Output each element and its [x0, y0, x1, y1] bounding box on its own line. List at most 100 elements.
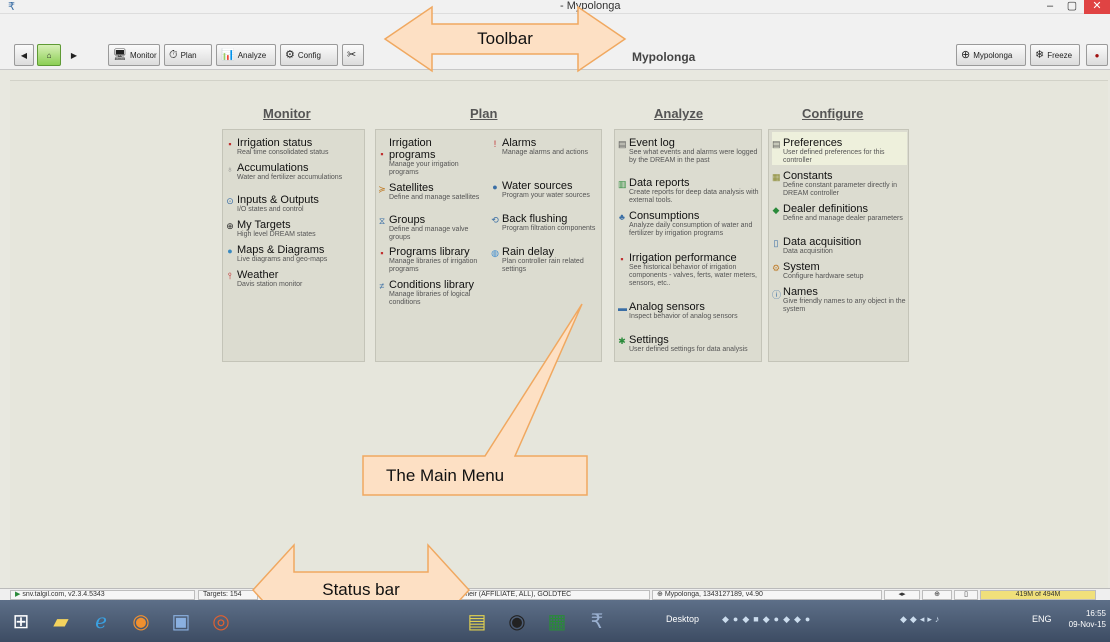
item-title: Rain delay: [502, 246, 554, 258]
item-title: Settings: [629, 334, 669, 346]
forward-arrow-icon: ▶: [70, 50, 78, 60]
server-text: snv.talgil.com, v2.3.4.5343: [22, 591, 105, 598]
tools-icon: ✂: [347, 48, 357, 61]
menu-event-log[interactable]: ▤ Event log See what events and alarms we…: [618, 137, 760, 165]
menu-accumulations[interactable]: ♁ Accumulations Water and fertilizer accu…: [226, 162, 362, 182]
forward-button[interactable]: ▶: [64, 44, 84, 66]
document-icon: ▤: [467, 610, 487, 633]
close-button[interactable]: ✕: [1084, 0, 1110, 14]
freeze-button[interactable]: ❄ Freeze: [1030, 44, 1080, 66]
clock[interactable]: 16:55 09-Nov-15: [1066, 608, 1106, 630]
menu-irrigation-status[interactable]: ▪ Irrigation status Real time consolidate…: [226, 137, 362, 157]
tools-button[interactable]: ✂: [342, 44, 364, 66]
targets-status: Targets: 154: [198, 590, 258, 600]
explorer-button[interactable]: ▰: [44, 604, 78, 638]
menu-irrigation-programs[interactable]: ▪ Irrigation programs Manage your irrigat…: [378, 137, 490, 177]
menu-constants[interactable]: ▦ Constants Define constant parameter dir…: [772, 170, 907, 198]
menu-alarms[interactable]: ! Alarms Manage alarms and actions: [491, 137, 599, 157]
item-desc: Define and manage dealer parameters: [783, 215, 903, 222]
menu-data-acquisition[interactable]: ▯ Data acquisition Data acquisition: [772, 236, 907, 256]
ie-button[interactable]: ℯ: [84, 604, 118, 638]
main-menu-callout: The Main Menu: [360, 300, 590, 496]
excel-button[interactable]: ▦: [540, 604, 574, 638]
chart-icon: 📊: [221, 48, 235, 61]
water-drop-icon: ●: [492, 182, 498, 192]
plan-button[interactable]: ⏱ Plan: [164, 44, 212, 66]
user-status: ♟ meir (AFFILIATE, ALL), GOLDTEC: [450, 590, 650, 600]
grid-icon: ▪: [380, 149, 384, 159]
back-button[interactable]: ◀: [14, 44, 34, 66]
item-desc: See what events and alarms were logged b…: [629, 149, 758, 164]
menu-dealer-definitions[interactable]: ◆ Dealer definitions Define and manage de…: [772, 203, 907, 223]
config-button[interactable]: ⚙ Config: [280, 44, 338, 66]
item-title: Irrigation status: [237, 137, 313, 149]
menu-data-reports[interactable]: ▥ Data reports Create reports for deep da…: [618, 177, 760, 205]
clock-time: 16:55: [1085, 609, 1106, 618]
menu-water-sources[interactable]: ● Water sources Program your water source…: [491, 180, 599, 200]
item-title: Weather: [237, 269, 279, 281]
menu-system[interactable]: ⚙ System Configure hardware setup: [772, 261, 907, 281]
tray-icons[interactable]: ◆●◆■◆●◆◆●: [722, 614, 814, 625]
analyze-heading[interactable]: Analyze: [654, 106, 703, 121]
item-title: Programs library: [389, 246, 470, 258]
minimize-button[interactable]: –: [1040, 0, 1060, 14]
paint-button[interactable]: ◉: [124, 604, 158, 638]
target-icon: ⊕: [934, 591, 940, 598]
menu-settings[interactable]: ✱ Settings User defined settings for data…: [618, 334, 760, 354]
server-status: ▶ snv.talgil.com, v2.3.4.5343: [10, 590, 195, 600]
item-desc: Manage alarms and actions: [502, 149, 588, 156]
item-title: Back flushing: [502, 213, 568, 225]
record-button[interactable]: ●: [1086, 44, 1108, 66]
configure-heading[interactable]: Configure: [802, 106, 863, 121]
app-button[interactable]: ▣: [164, 604, 198, 638]
maximize-button[interactable]: ▢: [1062, 0, 1082, 14]
alarm-icon: !: [493, 139, 497, 149]
eye-app-button[interactable]: ◉: [500, 604, 534, 638]
word-button[interactable]: ▤: [460, 604, 494, 638]
menu-my-targets[interactable]: ⊕ My Targets High level DREAM states: [226, 219, 362, 239]
monitor-button[interactable]: 🖥 Monitor: [108, 44, 160, 66]
item-desc: Manage libraries of irrigation programs: [389, 258, 478, 273]
item-title: Water sources: [502, 180, 573, 192]
item-desc: Define constant parameter directly in DR…: [783, 182, 897, 197]
raindrop-icon: ◍: [491, 248, 499, 258]
plan-heading[interactable]: Plan: [470, 106, 497, 121]
analyze-button[interactable]: 📊 Analyze: [216, 44, 276, 66]
menu-irrigation-performance[interactable]: ▪ Irrigation performance See historical b…: [618, 252, 760, 288]
monitor-heading[interactable]: Monitor: [263, 106, 311, 121]
item-title: Dealer definitions: [783, 203, 868, 215]
record-icon: ●: [1094, 50, 1100, 60]
globe-icon: ●: [227, 246, 233, 256]
log-icon: ▤: [618, 139, 627, 149]
menu-consumptions[interactable]: ♣ Consumptions Analyze daily consumption …: [618, 210, 760, 238]
menu-inputs-outputs[interactable]: ⊙ Inputs & Outputs I/O states and control: [226, 194, 362, 214]
menu-back-flushing[interactable]: ⟲ Back flushing Program filtration compon…: [491, 213, 599, 233]
item-desc: Data acquisition: [783, 248, 833, 255]
menu-weather[interactable]: ⫯ Weather Davis station monitor: [226, 269, 362, 289]
item-title: Preferences: [783, 137, 843, 149]
menu-satellites[interactable]: ≽ Satellites Define and manage satellites: [378, 182, 496, 202]
target-icon: ⊕: [657, 591, 665, 598]
home-button[interactable]: ⌂: [37, 44, 61, 66]
menu-preferences[interactable]: ▤ Preferences User defined preferences fo…: [772, 137, 907, 165]
config-label: Config: [297, 50, 321, 60]
desktop-label[interactable]: Desktop: [666, 614, 699, 624]
item-desc: User defined preferences for this contro…: [783, 149, 885, 164]
system-tray-icons[interactable]: ◆◆◂▸♪: [900, 614, 942, 625]
site-button[interactable]: ⊕ Mypolonga: [956, 44, 1026, 66]
item-title: Maps & Diagrams: [237, 244, 325, 256]
menu-names[interactable]: ⓘ Names Give friendly names to any object…: [772, 286, 907, 314]
item-desc: Inspect behavior of analog sensors: [629, 313, 738, 320]
talgil-app-button[interactable]: ₹: [580, 604, 614, 638]
menu-analog-sensors[interactable]: ▬ Analog sensors Inspect behavior of anal…: [618, 301, 760, 321]
menu-programs-library[interactable]: ▪ Programs library Manage libraries of ir…: [378, 246, 490, 274]
chrome-button[interactable]: ◎: [204, 604, 238, 638]
item-desc: User defined settings for data analysis: [629, 346, 748, 353]
item-title: Constants: [783, 170, 833, 182]
menu-rain-delay[interactable]: ◍ Rain delay Plan controller rain related…: [491, 246, 599, 274]
io-icon: ⊙: [226, 196, 234, 206]
language-indicator[interactable]: ENG: [1032, 614, 1052, 624]
menu-groups[interactable]: ⧖ Groups Define and manage valve groups: [378, 214, 490, 242]
menu-maps-diagrams[interactable]: ● Maps & Diagrams Live diagrams and geo-m…: [226, 244, 362, 264]
start-button[interactable]: ⊞: [4, 604, 38, 638]
